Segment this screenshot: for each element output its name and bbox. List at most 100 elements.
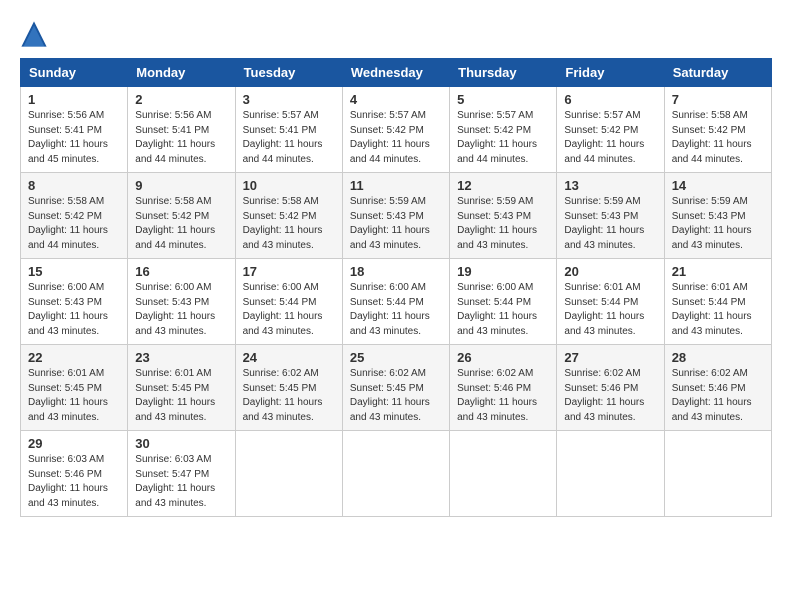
day-info: Sunrise: 5:58 AMSunset: 5:42 PMDaylight:…	[243, 196, 323, 251]
calendar-day-2: 2 Sunrise: 5:56 AMSunset: 5:41 PMDayligh…	[128, 87, 235, 173]
day-header-sunday: Sunday	[21, 59, 128, 87]
day-number: 3	[243, 92, 335, 107]
calendar-day-21: 21 Sunrise: 6:01 AMSunset: 5:44 PMDaylig…	[664, 259, 771, 345]
day-info: Sunrise: 6:01 AMSunset: 5:44 PMDaylight:…	[564, 282, 644, 337]
day-number: 1	[28, 92, 120, 107]
day-number: 20	[564, 264, 656, 279]
calendar-day-9: 9 Sunrise: 5:58 AMSunset: 5:42 PMDayligh…	[128, 173, 235, 259]
day-info: Sunrise: 6:00 AMSunset: 5:43 PMDaylight:…	[135, 282, 215, 337]
calendar-week-1: 1 Sunrise: 5:56 AMSunset: 5:41 PMDayligh…	[21, 87, 772, 173]
day-number: 13	[564, 178, 656, 193]
day-info: Sunrise: 5:59 AMSunset: 5:43 PMDaylight:…	[672, 196, 752, 251]
day-number: 27	[564, 350, 656, 365]
day-header-friday: Friday	[557, 59, 664, 87]
day-info: Sunrise: 5:57 AMSunset: 5:42 PMDaylight:…	[350, 110, 430, 165]
calendar-day-27: 27 Sunrise: 6:02 AMSunset: 5:46 PMDaylig…	[557, 345, 664, 431]
day-number: 28	[672, 350, 764, 365]
day-number: 5	[457, 92, 549, 107]
calendar-day-30: 30 Sunrise: 6:03 AMSunset: 5:47 PMDaylig…	[128, 431, 235, 517]
day-number: 14	[672, 178, 764, 193]
calendar-day-23: 23 Sunrise: 6:01 AMSunset: 5:45 PMDaylig…	[128, 345, 235, 431]
day-number: 30	[135, 436, 227, 451]
day-info: Sunrise: 6:02 AMSunset: 5:46 PMDaylight:…	[564, 368, 644, 423]
day-header-thursday: Thursday	[450, 59, 557, 87]
day-info: Sunrise: 5:59 AMSunset: 5:43 PMDaylight:…	[564, 196, 644, 251]
day-number: 8	[28, 178, 120, 193]
day-number: 19	[457, 264, 549, 279]
day-header-saturday: Saturday	[664, 59, 771, 87]
empty-cell	[664, 431, 771, 517]
calendar-header-row: SundayMondayTuesdayWednesdayThursdayFrid…	[21, 59, 772, 87]
empty-cell	[235, 431, 342, 517]
day-info: Sunrise: 5:59 AMSunset: 5:43 PMDaylight:…	[350, 196, 430, 251]
empty-cell	[342, 431, 449, 517]
calendar-week-2: 8 Sunrise: 5:58 AMSunset: 5:42 PMDayligh…	[21, 173, 772, 259]
day-number: 7	[672, 92, 764, 107]
calendar-day-14: 14 Sunrise: 5:59 AMSunset: 5:43 PMDaylig…	[664, 173, 771, 259]
day-number: 17	[243, 264, 335, 279]
calendar-day-6: 6 Sunrise: 5:57 AMSunset: 5:42 PMDayligh…	[557, 87, 664, 173]
logo	[20, 20, 52, 48]
day-number: 18	[350, 264, 442, 279]
calendar-day-13: 13 Sunrise: 5:59 AMSunset: 5:43 PMDaylig…	[557, 173, 664, 259]
day-number: 16	[135, 264, 227, 279]
day-number: 11	[350, 178, 442, 193]
day-info: Sunrise: 5:57 AMSunset: 5:41 PMDaylight:…	[243, 110, 323, 165]
calendar-day-11: 11 Sunrise: 5:59 AMSunset: 5:43 PMDaylig…	[342, 173, 449, 259]
day-number: 21	[672, 264, 764, 279]
empty-cell	[557, 431, 664, 517]
calendar-day-24: 24 Sunrise: 6:02 AMSunset: 5:45 PMDaylig…	[235, 345, 342, 431]
day-info: Sunrise: 6:02 AMSunset: 5:45 PMDaylight:…	[243, 368, 323, 423]
day-info: Sunrise: 6:01 AMSunset: 5:44 PMDaylight:…	[672, 282, 752, 337]
calendar-week-3: 15 Sunrise: 6:00 AMSunset: 5:43 PMDaylig…	[21, 259, 772, 345]
day-info: Sunrise: 6:00 AMSunset: 5:44 PMDaylight:…	[457, 282, 537, 337]
day-info: Sunrise: 6:02 AMSunset: 5:46 PMDaylight:…	[672, 368, 752, 423]
day-info: Sunrise: 6:01 AMSunset: 5:45 PMDaylight:…	[28, 368, 108, 423]
day-number: 29	[28, 436, 120, 451]
day-number: 15	[28, 264, 120, 279]
calendar-day-20: 20 Sunrise: 6:01 AMSunset: 5:44 PMDaylig…	[557, 259, 664, 345]
day-info: Sunrise: 5:59 AMSunset: 5:43 PMDaylight:…	[457, 196, 537, 251]
calendar-day-22: 22 Sunrise: 6:01 AMSunset: 5:45 PMDaylig…	[21, 345, 128, 431]
calendar-day-25: 25 Sunrise: 6:02 AMSunset: 5:45 PMDaylig…	[342, 345, 449, 431]
calendar-day-10: 10 Sunrise: 5:58 AMSunset: 5:42 PMDaylig…	[235, 173, 342, 259]
day-info: Sunrise: 5:56 AMSunset: 5:41 PMDaylight:…	[135, 110, 215, 165]
day-info: Sunrise: 6:00 AMSunset: 5:44 PMDaylight:…	[350, 282, 430, 337]
calendar-week-5: 29 Sunrise: 6:03 AMSunset: 5:46 PMDaylig…	[21, 431, 772, 517]
day-number: 12	[457, 178, 549, 193]
day-info: Sunrise: 6:00 AMSunset: 5:44 PMDaylight:…	[243, 282, 323, 337]
day-header-wednesday: Wednesday	[342, 59, 449, 87]
calendar-day-29: 29 Sunrise: 6:03 AMSunset: 5:46 PMDaylig…	[21, 431, 128, 517]
calendar: SundayMondayTuesdayWednesdayThursdayFrid…	[20, 58, 772, 517]
day-number: 2	[135, 92, 227, 107]
day-number: 25	[350, 350, 442, 365]
day-info: Sunrise: 6:00 AMSunset: 5:43 PMDaylight:…	[28, 282, 108, 337]
day-info: Sunrise: 5:58 AMSunset: 5:42 PMDaylight:…	[135, 196, 215, 251]
calendar-day-1: 1 Sunrise: 5:56 AMSunset: 5:41 PMDayligh…	[21, 87, 128, 173]
calendar-day-17: 17 Sunrise: 6:00 AMSunset: 5:44 PMDaylig…	[235, 259, 342, 345]
calendar-day-8: 8 Sunrise: 5:58 AMSunset: 5:42 PMDayligh…	[21, 173, 128, 259]
day-info: Sunrise: 6:03 AMSunset: 5:46 PMDaylight:…	[28, 454, 108, 509]
day-info: Sunrise: 6:02 AMSunset: 5:45 PMDaylight:…	[350, 368, 430, 423]
calendar-day-12: 12 Sunrise: 5:59 AMSunset: 5:43 PMDaylig…	[450, 173, 557, 259]
day-number: 10	[243, 178, 335, 193]
day-number: 22	[28, 350, 120, 365]
day-info: Sunrise: 5:58 AMSunset: 5:42 PMDaylight:…	[672, 110, 752, 165]
day-info: Sunrise: 6:02 AMSunset: 5:46 PMDaylight:…	[457, 368, 537, 423]
day-info: Sunrise: 5:57 AMSunset: 5:42 PMDaylight:…	[564, 110, 644, 165]
day-header-monday: Monday	[128, 59, 235, 87]
calendar-day-18: 18 Sunrise: 6:00 AMSunset: 5:44 PMDaylig…	[342, 259, 449, 345]
day-number: 23	[135, 350, 227, 365]
calendar-day-7: 7 Sunrise: 5:58 AMSunset: 5:42 PMDayligh…	[664, 87, 771, 173]
calendar-day-26: 26 Sunrise: 6:02 AMSunset: 5:46 PMDaylig…	[450, 345, 557, 431]
day-header-tuesday: Tuesday	[235, 59, 342, 87]
day-info: Sunrise: 5:58 AMSunset: 5:42 PMDaylight:…	[28, 196, 108, 251]
day-number: 4	[350, 92, 442, 107]
calendar-day-16: 16 Sunrise: 6:00 AMSunset: 5:43 PMDaylig…	[128, 259, 235, 345]
calendar-day-3: 3 Sunrise: 5:57 AMSunset: 5:41 PMDayligh…	[235, 87, 342, 173]
day-number: 9	[135, 178, 227, 193]
day-info: Sunrise: 6:03 AMSunset: 5:47 PMDaylight:…	[135, 454, 215, 509]
day-info: Sunrise: 6:01 AMSunset: 5:45 PMDaylight:…	[135, 368, 215, 423]
calendar-day-15: 15 Sunrise: 6:00 AMSunset: 5:43 PMDaylig…	[21, 259, 128, 345]
page-header	[20, 20, 772, 48]
